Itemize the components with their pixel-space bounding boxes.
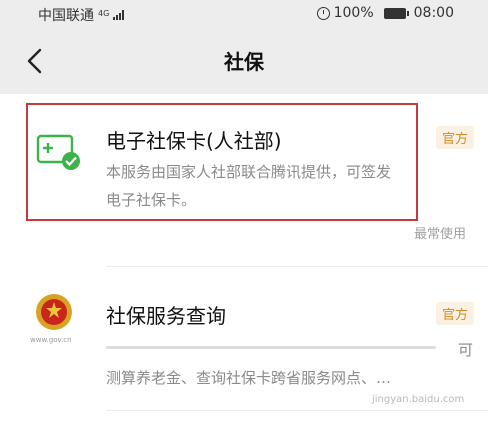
status-bar: 中国联通 4G 100% 08:00 [0,0,488,30]
most-used-label: 最常使用 [414,227,467,242]
logo-caption: www.gov.cn [30,336,72,344]
official-badge: 官方 [436,126,475,149]
watermark: jingyan.baidu.com [372,394,465,405]
service-description-line2: 测算养老金、查询社保卡跨省服务网点、… [106,369,392,387]
signal-icon [113,10,125,20]
official-badge: 官方 [436,302,475,325]
highlight-box [26,103,418,221]
service-description-line1-tail: 可 [458,341,474,359]
network-type: 4G [98,9,110,18]
status-time: 08:00 [413,5,454,21]
alarm-icon [316,6,330,20]
blurred-text [106,346,436,349]
battery-percent: 100% [333,5,374,21]
divider [106,266,488,267]
page-title: 社保 [224,50,264,74]
nav-bar: 社保 [0,30,488,94]
battery-icon [383,7,409,19]
divider [106,410,488,411]
service-title: 社保服务查询 [106,304,226,328]
national-emblem-logo-icon [36,294,72,330]
carrier-name: 中国联通 [38,8,94,24]
